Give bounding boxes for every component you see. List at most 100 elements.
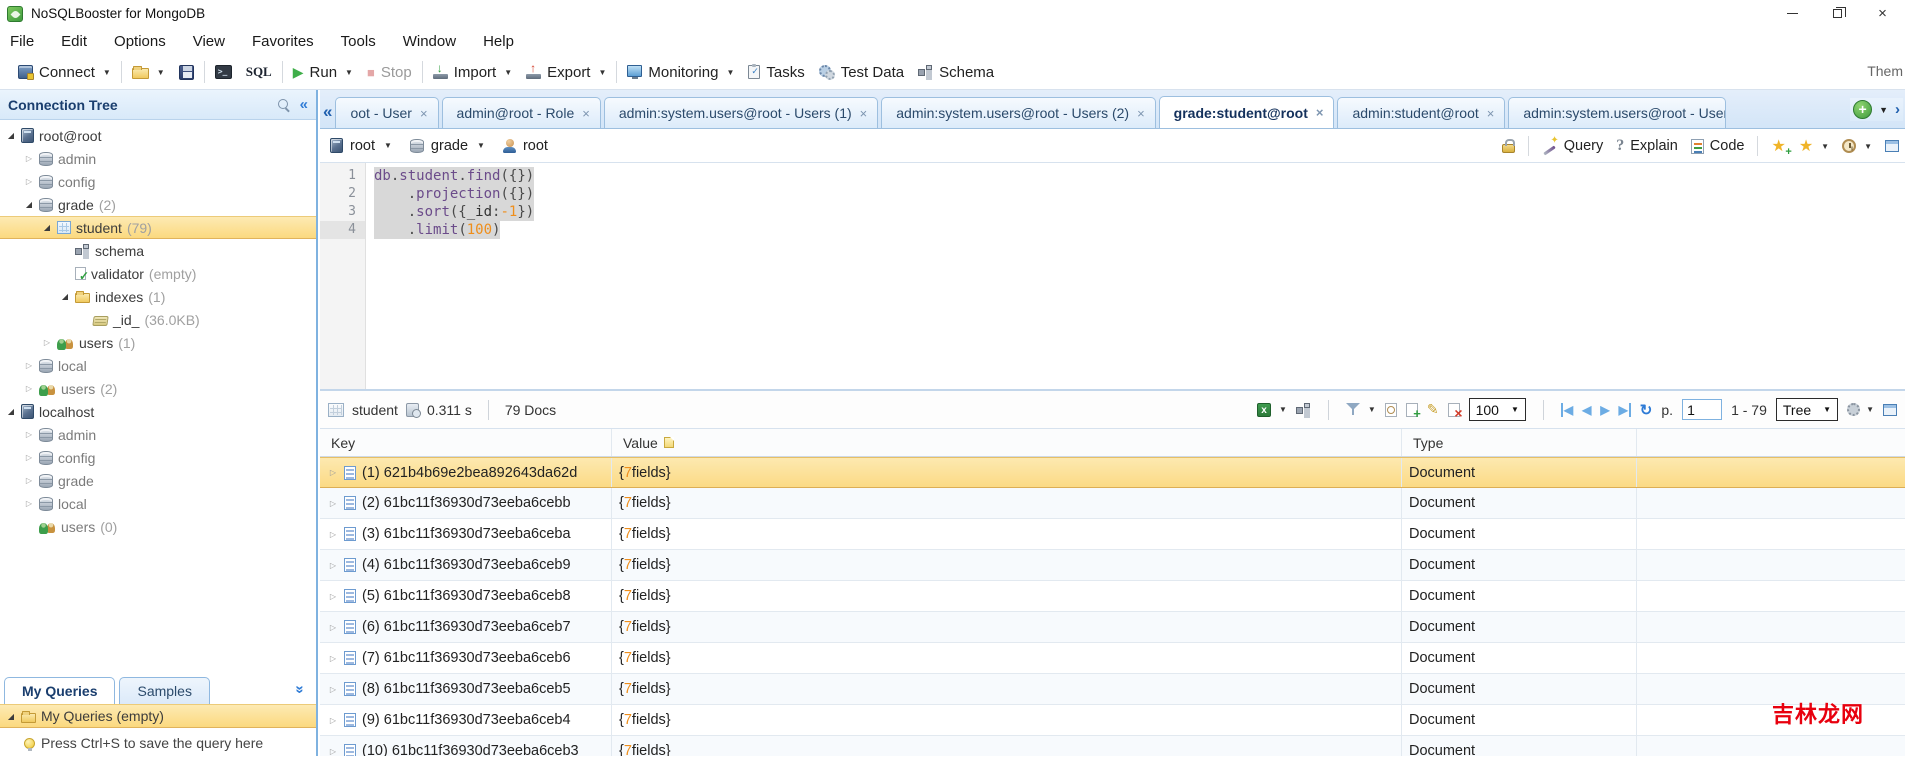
stop-button[interactable]: ■ Stop — [367, 64, 412, 81]
tree-item-admin[interactable]: ▷ admin — [0, 423, 316, 446]
connect-button[interactable]: Connect ▼ — [18, 64, 111, 81]
tree-item-admin[interactable]: ▷ admin — [0, 147, 316, 170]
expander-icon[interactable]: ◢ — [60, 292, 70, 301]
tree-item-student[interactable]: ◢ student (79) — [0, 216, 316, 239]
column-header-value[interactable]: Value — [612, 429, 1402, 456]
database-select[interactable]: grade ▼ — [409, 138, 485, 154]
delete-document-icon[interactable] — [1447, 402, 1463, 421]
next-page-button[interactable]: ▶ — [1600, 403, 1609, 417]
expander-icon[interactable]: ◢ — [24, 200, 34, 209]
expander-icon[interactable]: ▷ — [24, 476, 34, 485]
table-row[interactable]: ▷ (4) 61bc11f36930d73eeba6ceb9 {7 fields} D… — [320, 550, 1905, 581]
menu-item-file[interactable]: File — [10, 33, 34, 50]
tree-item-local[interactable]: ▷ local — [0, 354, 316, 377]
table-row[interactable]: ▷ (6) 61bc11f36930d73eeba6ceb7 {7 fields} D… — [320, 612, 1905, 643]
table-row[interactable]: ▷ (7) 61bc11f36930d73eeba6ceb6 {7 fields} D… — [320, 643, 1905, 674]
menu-item-edit[interactable]: Edit — [61, 33, 87, 50]
tree-item-config[interactable]: ▷ config — [0, 170, 316, 193]
expander-icon[interactable]: ◢ — [42, 223, 52, 232]
refresh-icon[interactable]: ↻ — [1640, 401, 1653, 419]
editor-code[interactable]: db.student.find({}) .projection({}) .sor… — [366, 163, 535, 389]
expander-icon[interactable]: ▷ — [328, 530, 338, 539]
edit-document-icon[interactable]: ✎ — [1427, 401, 1439, 418]
expand-queries-icon[interactable]: » — [291, 685, 308, 693]
lock-icon[interactable] — [1501, 139, 1515, 153]
last-page-button[interactable]: ▶ — [1619, 402, 1631, 417]
restore-button[interactable] — [1815, 0, 1860, 27]
import-button[interactable]: Import ▼ — [432, 61, 512, 81]
expander-icon[interactable]: ▷ — [24, 177, 34, 186]
tree-item-users[interactable]: users (0) — [0, 515, 316, 538]
menu-item-favorites[interactable]: Favorites — [252, 33, 314, 50]
document-tab-admin-root-role[interactable]: admin@root - Role × — [441, 97, 601, 128]
tab-list-dropdown-icon[interactable]: ▼ — [1879, 105, 1888, 115]
tree-item-grade[interactable]: ◢ grade (2) — [0, 193, 316, 216]
new-tab-button[interactable]: + — [1853, 100, 1873, 119]
column-header-type[interactable]: Type — [1402, 429, 1637, 456]
tab-close-icon[interactable]: × — [1316, 105, 1324, 120]
expander-icon[interactable]: ▷ — [24, 453, 34, 462]
table-row[interactable]: ▷ (2) 61bc11f36930d73eeba6cebb {7 fields} D… — [320, 488, 1905, 519]
document-tab-admin-system-users-root-users-1[interactable]: admin:system.users@root - Users (1) × — [603, 97, 879, 128]
expander-icon[interactable]: ▷ — [24, 384, 34, 393]
table-row[interactable]: ▷ (8) 61bc11f36930d73eeba6ceb5 {7 fields} D… — [320, 674, 1905, 705]
expander-icon[interactable]: ▷ — [24, 430, 34, 439]
expander-icon[interactable]: ▷ — [328, 468, 338, 477]
expander-icon[interactable]: ▷ — [328, 561, 338, 570]
expander-icon[interactable]: ▷ — [328, 623, 338, 632]
tab-scroll-right-icon[interactable]: › — [1895, 101, 1900, 118]
server-select[interactable]: root ▼ — [330, 138, 392, 154]
expand-results-icon[interactable] — [1883, 403, 1897, 416]
tree-item-users[interactable]: ▷ users (2) — [0, 377, 316, 400]
expander-icon[interactable]: ▷ — [24, 361, 34, 370]
favorites-dropdown[interactable]: ★ ▼ — [1799, 136, 1829, 156]
collapse-sidebar-icon[interactable]: « — [300, 96, 308, 113]
page-input[interactable] — [1682, 399, 1723, 420]
tab-close-icon[interactable]: × — [1487, 106, 1495, 121]
tab-my-queries[interactable]: My Queries — [4, 677, 116, 704]
table-row[interactable]: ▷ (10) 61bc11f36930d73eeba6ceb3 {7 fields}… — [320, 736, 1905, 756]
tab-close-icon[interactable]: × — [860, 106, 868, 121]
tree-item-validator[interactable]: validator(empty) — [0, 262, 316, 285]
filter-button[interactable]: ▼ — [1345, 403, 1376, 416]
tab-samples[interactable]: Samples — [119, 677, 210, 704]
view-mode-select[interactable]: Tree ▼ — [1775, 398, 1839, 421]
shell-button[interactable] — [214, 65, 232, 79]
tasks-button[interactable]: Tasks — [748, 64, 805, 81]
settings-dropdown[interactable]: ▼ — [1847, 403, 1874, 416]
expander-icon[interactable]: ▷ — [328, 716, 338, 725]
expander-icon[interactable]: ◢ — [6, 407, 16, 416]
document-tab-admin-student-root[interactable]: admin:student@root × — [1337, 97, 1506, 128]
first-page-button[interactable]: ◀ — [1560, 402, 1573, 417]
history-dropdown[interactable]: ▼ — [1842, 139, 1872, 153]
menu-item-view[interactable]: View — [193, 33, 225, 50]
minimize-button[interactable] — [1770, 0, 1815, 27]
open-button[interactable]: ▼ — [131, 65, 165, 79]
table-row[interactable]: ▷ (1) 621b4b69e2bea892643da62d {7 fields} D… — [320, 457, 1905, 488]
table-row[interactable]: ▷ (5) 61bc11f36930d73eeba6ceb8 {7 fields} D… — [320, 581, 1905, 612]
table-row[interactable]: ▷ (3) 61bc11f36930d73eeba6ceba {7 fields} D… — [320, 519, 1905, 550]
save-button[interactable] — [178, 64, 194, 80]
menu-item-window[interactable]: Window — [403, 33, 456, 50]
my-queries-folder-row[interactable]: ◢ My Queries (empty) — [0, 704, 316, 728]
monitoring-button[interactable]: Monitoring ▼ — [627, 64, 734, 81]
test-data-button[interactable]: Test Data — [818, 64, 904, 81]
search-icon[interactable] — [277, 98, 290, 111]
tree-item-local[interactable]: ▷ local — [0, 492, 316, 515]
expander-icon[interactable]: ▷ — [42, 338, 52, 347]
toggle-panel-icon[interactable] — [1885, 140, 1899, 152]
theme-label[interactable]: Them — [1867, 63, 1905, 79]
query-editor[interactable]: 1234 db.student.find({}) .projection({})… — [320, 163, 1905, 389]
query-builder-button[interactable]: Query — [1542, 135, 1603, 155]
tree-item-id[interactable]: _id_ (36.0KB) — [0, 308, 316, 331]
code-button[interactable]: Code — [1690, 138, 1744, 154]
document-tab-admin-system-users-root-users[interactable]: admin:system.users@root - Users — [1508, 97, 1727, 128]
tab-close-icon[interactable]: × — [582, 106, 590, 121]
expander-icon[interactable]: ▷ — [24, 154, 34, 163]
tree-item-localhost[interactable]: ◢ localhost — [0, 400, 316, 423]
expander-icon[interactable]: ▷ — [328, 685, 338, 694]
tree-item-users[interactable]: ▷ users (1) — [0, 331, 316, 354]
tab-close-icon[interactable]: × — [1137, 106, 1145, 121]
tree-item-indexes[interactable]: ◢ indexes (1) — [0, 285, 316, 308]
document-tab-grade-student-root[interactable]: grade:student@root × — [1158, 96, 1335, 128]
